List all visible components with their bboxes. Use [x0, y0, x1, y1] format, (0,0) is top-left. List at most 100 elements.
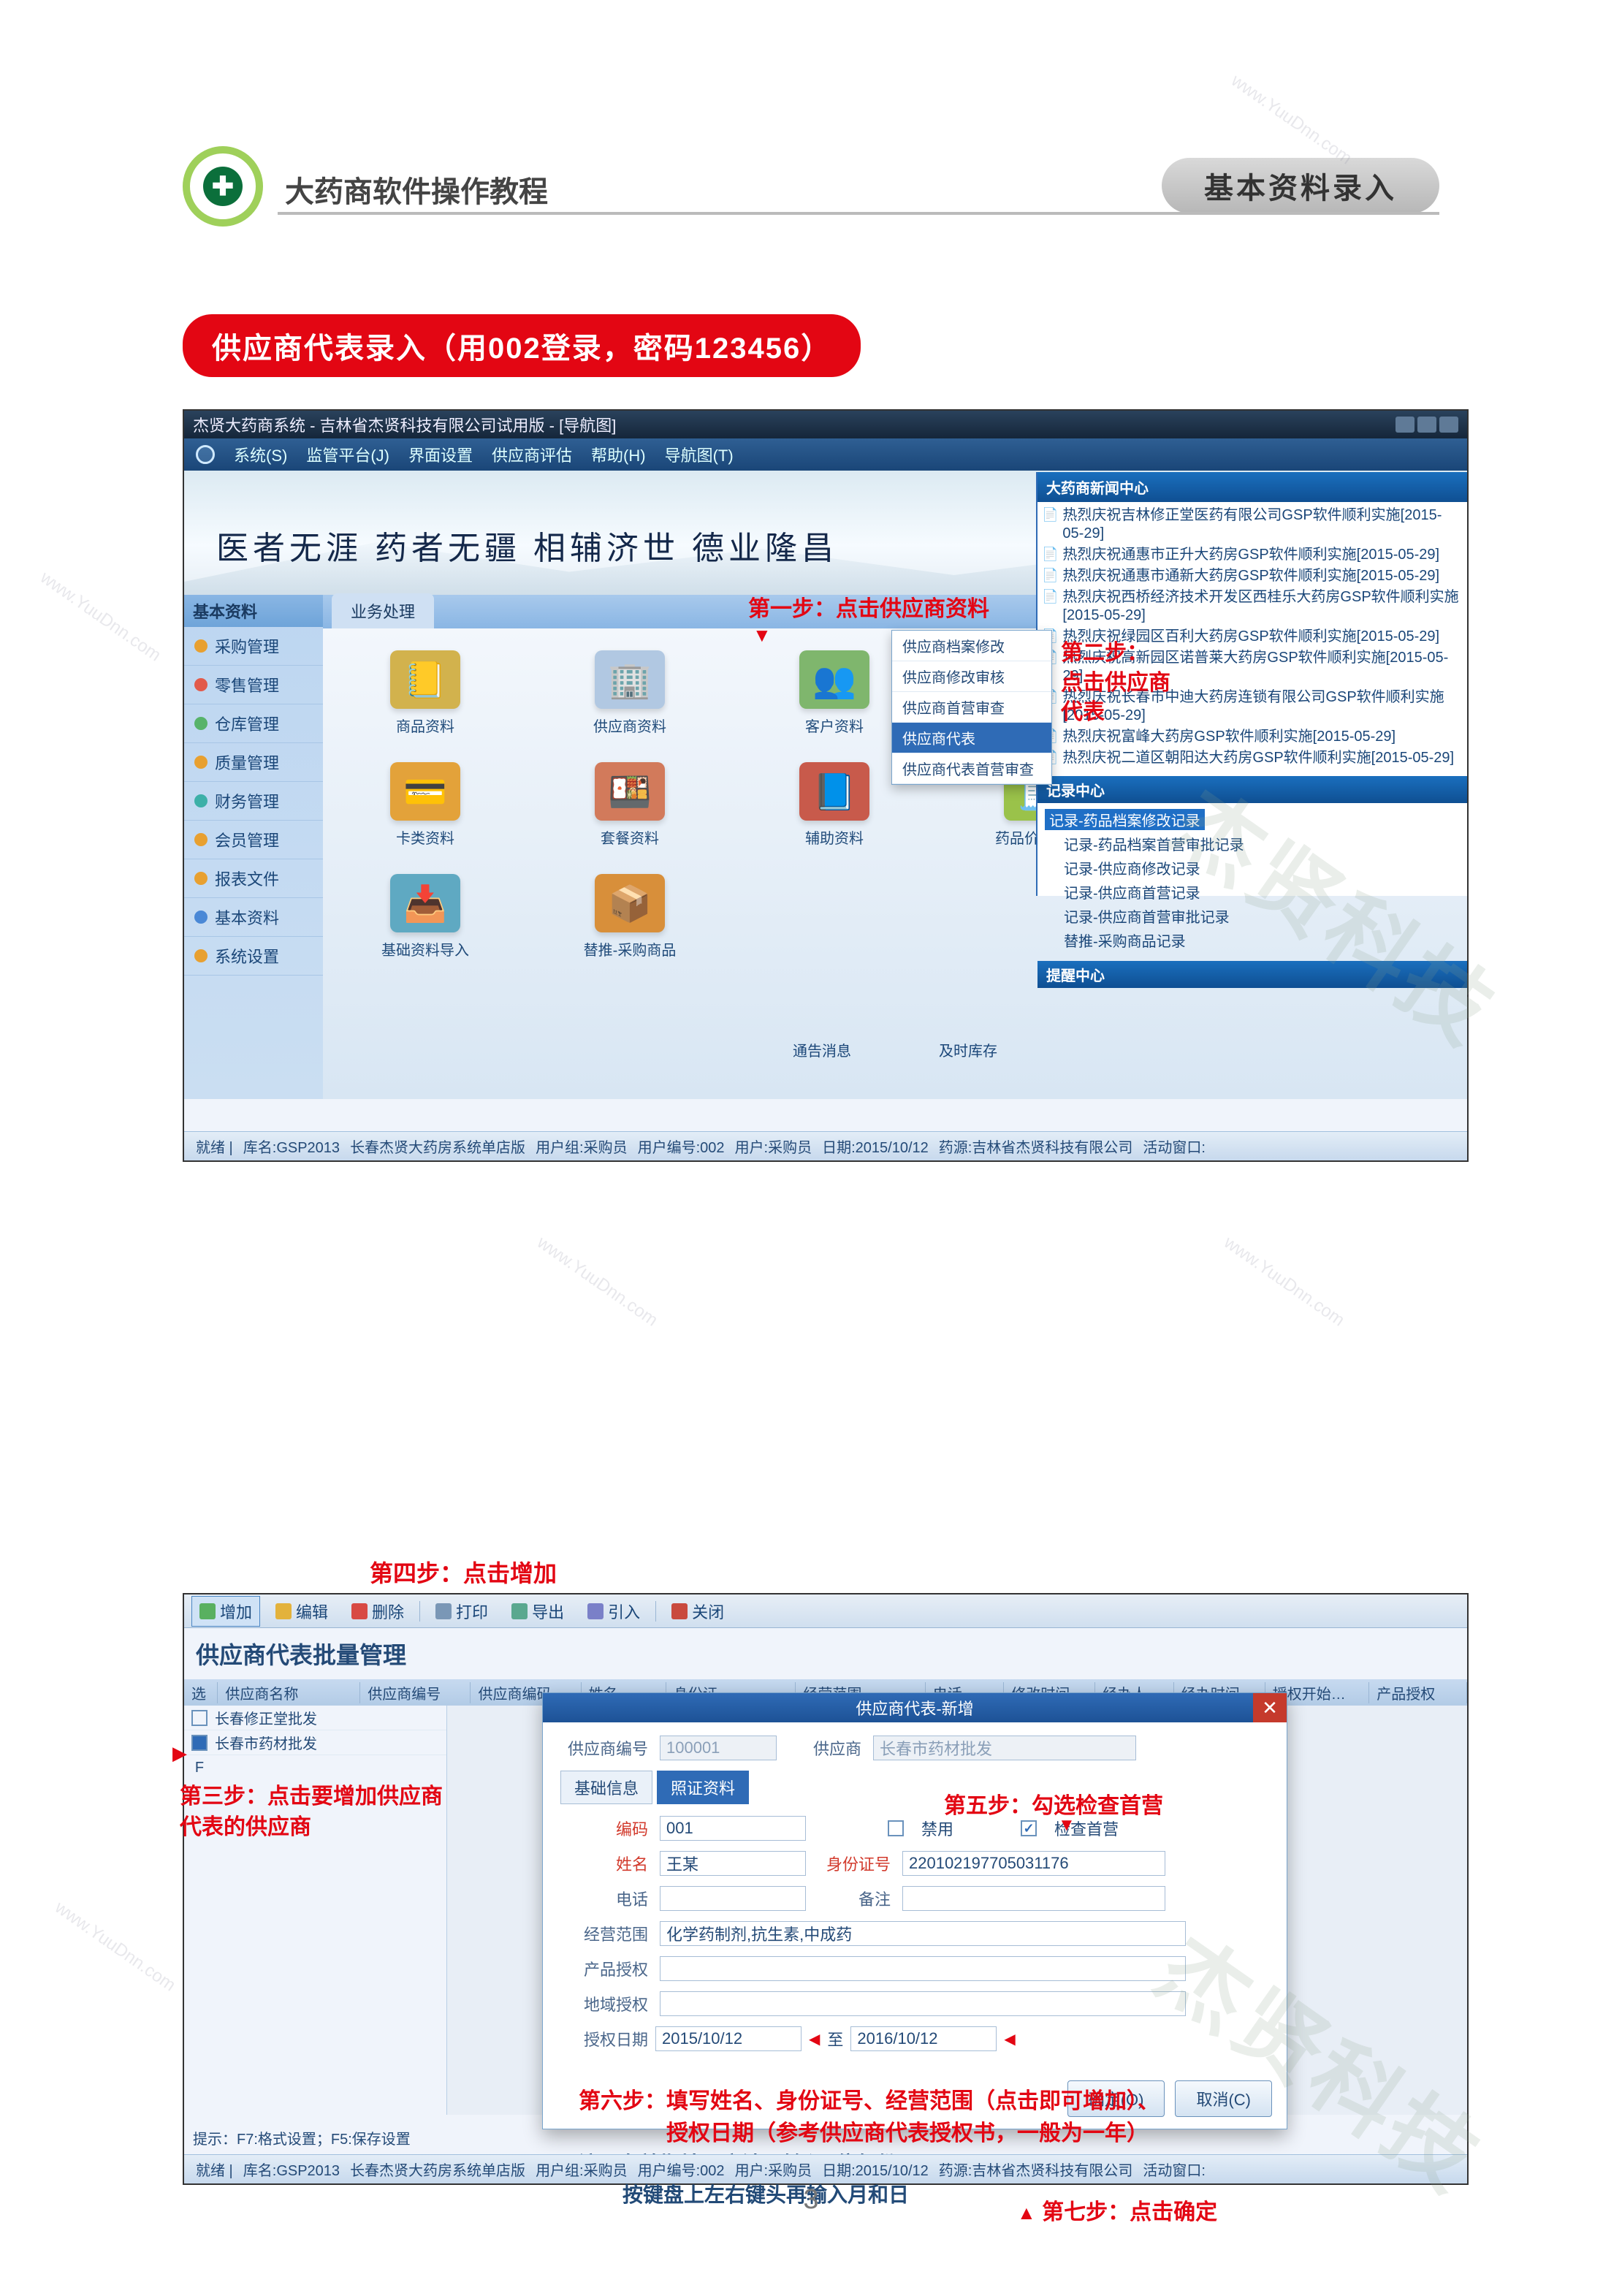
- status-store: 长春杰贤大药房系统单店版: [350, 2159, 525, 2180]
- area-auth-input[interactable]: [660, 1991, 1186, 2016]
- disable-checkbox[interactable]: [888, 1820, 904, 1836]
- grid-header-cell[interactable]: 产品授权: [1369, 1682, 1467, 1703]
- status-company: 药源:吉林省杰贤科技有限公司: [939, 1136, 1133, 1157]
- check-firstbiz-checkbox[interactable]: [1021, 1820, 1037, 1836]
- toolbar-import-button[interactable]: 引入: [579, 1596, 648, 1627]
- tree-item[interactable]: 记录-药品档案首营审批记录: [1045, 832, 1460, 856]
- sidebar-item[interactable]: 仓库管理: [184, 704, 323, 743]
- sidebar-item[interactable]: 系统设置: [184, 937, 323, 976]
- desk-icon[interactable]: 📥基础资料导入: [345, 874, 506, 959]
- sidebar-item[interactable]: 报表文件: [184, 859, 323, 898]
- submenu-item[interactable]: 供应商代表首营审查: [892, 753, 1051, 784]
- status-bar: 就绪 | 库名:GSP2013 长春杰贤大药房系统单店版 用户组:采购员 用户编…: [184, 2154, 1467, 2183]
- desk-icon-label: 客户资料: [805, 715, 864, 736]
- grid-header-cell[interactable]: 选: [184, 1682, 218, 1703]
- note-input[interactable]: [902, 1886, 1165, 1911]
- menu-item[interactable]: 界面设置: [408, 443, 473, 466]
- sidebar-item[interactable]: 采购管理: [184, 627, 323, 666]
- dialog-close-button[interactable]: ✕: [1253, 1693, 1287, 1722]
- watermark-url: www.YuuDnn.com: [1227, 71, 1356, 170]
- status-bar: 就绪 | 库名:GSP2013 长春杰贤大药房系统单店版 用户组:采购员 用户编…: [184, 1131, 1467, 1160]
- table-row[interactable]: 长春市药材批发: [184, 1730, 446, 1755]
- tree-item[interactable]: 记录-供应商首营审批记录: [1045, 904, 1460, 928]
- idcard-input[interactable]: 220102197705031176: [902, 1851, 1165, 1876]
- toolbar-close-button[interactable]: 关闭: [663, 1596, 732, 1627]
- news-item[interactable]: 热烈庆祝西桥经济技术开发区西桂乐大药房GSP软件顺利实施[2015-05-29]: [1042, 587, 1463, 626]
- tab-certs[interactable]: 照证资料: [657, 1771, 749, 1804]
- tree-item[interactable]: 记录-供应商首营记录: [1045, 880, 1460, 904]
- name-input[interactable]: 王某: [660, 1851, 806, 1876]
- menu-item[interactable]: 系统(S): [234, 443, 287, 466]
- sidebar-item[interactable]: 质量管理: [184, 743, 323, 782]
- date-to-input[interactable]: 2016/10/12: [850, 2026, 997, 2051]
- toolbar-export-button[interactable]: 导出: [503, 1596, 572, 1627]
- field-label: 授权日期: [560, 2027, 648, 2050]
- table-row[interactable]: 长春修正堂批发: [184, 1706, 446, 1730]
- screenshot-rep-manage: 增加 编辑 删除 打印 导出 引入 关闭 供应商代表批量管理 选供应商名称供应商…: [183, 1593, 1469, 2185]
- submenu-item-rep[interactable]: 供应商代表: [892, 723, 1051, 753]
- gear-icon[interactable]: [196, 445, 215, 464]
- sidebar-item-label: 系统设置: [215, 944, 279, 968]
- news-item[interactable]: 热烈庆祝通惠市通新大药房GSP软件顺利实施[2015-05-29]: [1042, 566, 1463, 587]
- desk-icon[interactable]: 📦替推-采购商品: [549, 874, 710, 959]
- desk-icon[interactable]: 📒商品资料: [345, 650, 506, 736]
- phone-input[interactable]: [660, 1886, 806, 1911]
- checkbox[interactable]: [191, 1735, 207, 1751]
- status-dbname: 库名:GSP2013: [243, 1136, 340, 1157]
- news-item[interactable]: 热烈庆祝富峰大药房GSP软件顺利实施[2015-05-29]: [1042, 726, 1463, 748]
- sidebar-item[interactable]: 基本资料: [184, 898, 323, 937]
- menu-item[interactable]: 帮助(H): [591, 443, 646, 466]
- tab-business[interactable]: 业务处理: [332, 593, 434, 628]
- scope-input[interactable]: 化学药制剂,抗生素,中成药: [660, 1921, 1186, 1946]
- menu-item[interactable]: 导航图(T): [665, 443, 734, 466]
- supplier-code-field: 100001: [660, 1736, 777, 1760]
- submenu-item[interactable]: 供应商首营审查: [892, 692, 1051, 723]
- submenu-item[interactable]: 供应商修改审核: [892, 661, 1051, 692]
- tab-basic[interactable]: 基础信息: [560, 1771, 652, 1804]
- tree-item[interactable]: 记录-供应商修改记录: [1045, 856, 1460, 880]
- toolbar-add-button[interactable]: 增加: [191, 1596, 260, 1627]
- main-menubar[interactable]: 系统(S) 监管平台(J) 界面设置 供应商评估 帮助(H) 导航图(T): [184, 438, 1467, 471]
- footer-link[interactable]: 通告消息: [793, 1039, 851, 1065]
- tree-root[interactable]: 记录-药品档案修改记录: [1045, 809, 1205, 830]
- desk-icon[interactable]: 💳卡类资料: [345, 762, 506, 848]
- news-item[interactable]: 热烈庆祝通惠市正升大药房GSP软件顺利实施[2015-05-29]: [1042, 544, 1463, 566]
- desk-icon[interactable]: 👥客户资料: [754, 650, 915, 736]
- window-buttons[interactable]: [1396, 417, 1458, 433]
- menu-item[interactable]: 监管平台(J): [306, 443, 389, 466]
- desk-icon[interactable]: 📘辅助资料: [754, 762, 915, 848]
- news-item[interactable]: 热烈庆祝吉林修正堂医药有限公司GSP软件顺利实施[2015-05-29]: [1042, 505, 1463, 544]
- panel-section: 提醒中心: [1037, 961, 1467, 988]
- news-item[interactable]: 热烈庆祝二道区朝阳达大药房GSP软件顺利实施[2015-05-29]: [1042, 748, 1463, 769]
- sidebar-item[interactable]: 会员管理: [184, 821, 323, 859]
- field-label: 禁用: [921, 1817, 953, 1840]
- sidebar-item[interactable]: 零售管理: [184, 666, 323, 704]
- date-from-input[interactable]: 2015/10/12: [655, 2026, 802, 2051]
- grid-header-cell[interactable]: 供应商编号: [360, 1682, 471, 1703]
- record-tree[interactable]: 记录-药品档案修改记录 记录-药品档案首营审批记录 记录-供应商修改记录 记录-…: [1037, 803, 1467, 957]
- label: 编辑: [296, 1600, 328, 1623]
- submenu-item[interactable]: 供应商档案修改: [892, 631, 1051, 661]
- desk-icon[interactable]: 🍱套餐资料: [549, 762, 710, 848]
- toolbar-print-button[interactable]: 打印: [427, 1596, 496, 1627]
- grid-header-cell[interactable]: 供应商名称: [218, 1682, 360, 1703]
- checkbox[interactable]: [191, 1710, 207, 1726]
- header-divider: [278, 212, 1439, 215]
- tree-item[interactable]: 替推-采购商品记录: [1045, 928, 1460, 952]
- dialog-title: 供应商代表-新增 ✕: [543, 1693, 1287, 1722]
- desk-icon[interactable]: 🏢供应商资料: [549, 650, 710, 736]
- sidebar-item[interactable]: 财务管理: [184, 782, 323, 821]
- export-icon: [511, 1603, 528, 1619]
- desk-icon-image: 🍱: [595, 762, 665, 821]
- label: 引入: [608, 1600, 640, 1623]
- toolbar-delete-button[interactable]: 删除: [343, 1596, 412, 1627]
- desk-icon-label: 供应商资料: [593, 715, 666, 736]
- footer-link[interactable]: 及时库存: [939, 1039, 997, 1065]
- menu-item[interactable]: 供应商评估: [492, 443, 572, 466]
- product-auth-input[interactable]: [660, 1956, 1186, 1981]
- code-input[interactable]: 001: [660, 1816, 806, 1841]
- toolbar-edit-button[interactable]: 编辑: [267, 1596, 336, 1627]
- window-titlebar: 杰贤大药商系统 - 吉林省杰贤科技有限公司试用版 - [导航图]: [184, 411, 1467, 438]
- supplier-submenu[interactable]: 供应商档案修改 供应商修改审核 供应商首营审查 供应商代表 供应商代表首营审查: [891, 630, 1052, 785]
- watermark-url: www.YuuDnn.com: [51, 1898, 180, 1996]
